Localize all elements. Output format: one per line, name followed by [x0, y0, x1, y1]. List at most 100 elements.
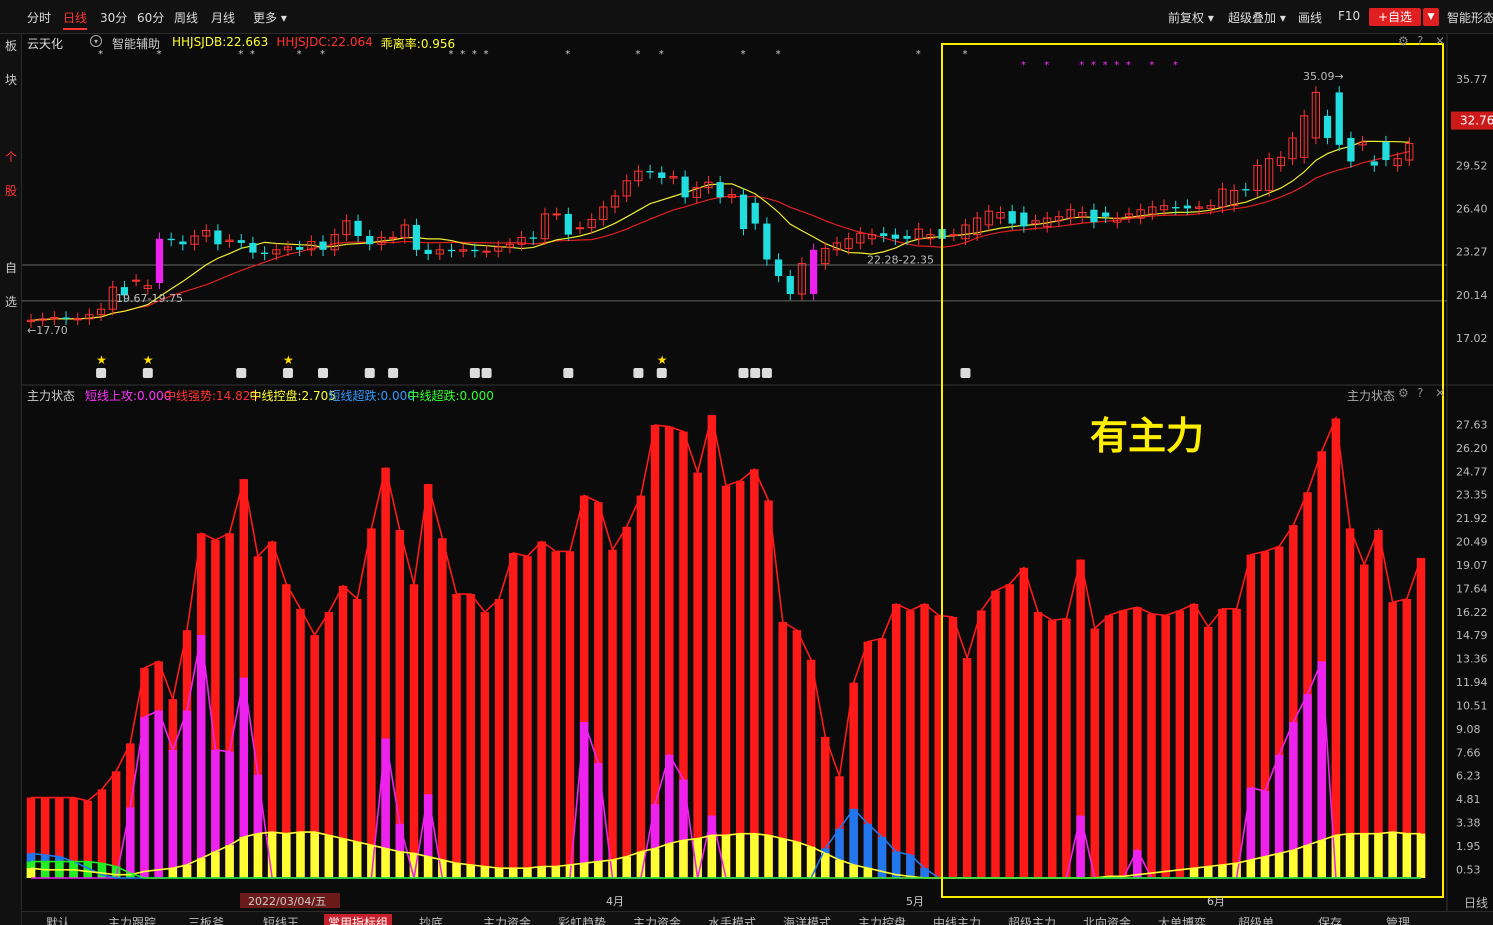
bar-medium-control	[750, 833, 759, 878]
indicator-tab-9[interactable]: 水手模式	[708, 914, 756, 925]
lower-settings-icon[interactable]: ⚙	[1398, 386, 1409, 400]
bar-medium-strength	[537, 541, 546, 878]
indicator-tab-6[interactable]: 主力资金	[483, 914, 531, 925]
event-marker	[236, 368, 247, 378]
candle-body	[214, 230, 222, 245]
indicator-tab-7[interactable]: 彩虹趋势	[558, 914, 606, 925]
bar-medium-strength	[267, 541, 277, 878]
signal-star-magenta: *	[1091, 60, 1096, 71]
lower-tick-13: 9.08	[1456, 723, 1481, 736]
candle-body	[903, 236, 911, 239]
bar-medium-strength	[1005, 584, 1014, 878]
signal-star: *	[776, 49, 781, 60]
indicator-tab-18[interactable]: 管理	[1386, 914, 1410, 925]
lower-close-icon[interactable]: ✕	[1435, 386, 1445, 400]
bar-medium-control	[1317, 840, 1326, 878]
lower-legend-item-1: 中线强势:14.823	[164, 389, 259, 403]
bar-medium-strength	[1161, 615, 1170, 878]
candle-body	[880, 233, 888, 236]
bar-medium-strength	[466, 594, 475, 878]
candle-body	[529, 237, 537, 239]
indicator-tab-2[interactable]: 三板斧	[188, 914, 224, 925]
bar-medium-strength	[891, 603, 901, 878]
bar-medium-strength	[1189, 603, 1199, 878]
bar-short-attack	[579, 722, 589, 878]
lower-title-right: 主力状态	[1347, 389, 1396, 403]
indicator-tab-14[interactable]: 北向资金	[1083, 914, 1131, 925]
candle-body	[296, 247, 304, 250]
indicator-tab-10[interactable]: 海洋模式	[783, 914, 831, 925]
indicator-tab-12[interactable]: 中线主力	[933, 914, 981, 925]
bar-medium-strength	[1033, 612, 1043, 878]
chart-canvas: 35.77 32.76 29.52 26.40 23.27 20.14 17.02 27.63…	[22, 34, 1493, 911]
price-annotation-label_zone1: 19.67-19.75	[116, 292, 183, 305]
indicator-tab-3[interactable]: 短线王	[263, 914, 299, 925]
bar-medium-strength	[764, 500, 773, 878]
bar-medium-strength	[1062, 618, 1071, 878]
upper-help-icon[interactable]: ?	[1417, 34, 1423, 48]
candle-body	[155, 238, 164, 283]
indicator-tab-17[interactable]: 保存	[1318, 914, 1342, 925]
signal-star: *	[635, 49, 640, 60]
candle-body	[366, 236, 374, 245]
signal-star: *	[741, 49, 746, 60]
lower-help-icon[interactable]: ?	[1417, 386, 1423, 400]
indicator-dropdown-icon[interactable]: ▾	[90, 35, 102, 47]
bar-medium-strength	[565, 551, 575, 878]
upper-close-icon[interactable]: ✕	[1435, 34, 1445, 48]
indicator-tab-13[interactable]: 超级主力	[1008, 914, 1056, 925]
candle-body	[1020, 212, 1028, 227]
upper-settings-icon[interactable]: ⚙	[1398, 34, 1409, 48]
upper-indicator-name[interactable]: 智能辅助	[112, 35, 160, 52]
event-marker	[761, 368, 772, 378]
lower-legend-item-2: 中线控盘:2.705	[249, 389, 336, 403]
bar-medium-control	[494, 868, 504, 878]
lower-tick-17: 3.38	[1456, 817, 1481, 830]
indicator-tab-1[interactable]: 主力跟踪	[108, 914, 156, 925]
bar-medium-control	[182, 864, 192, 878]
lower-tick-9: 14.79	[1456, 629, 1488, 642]
candle-body	[412, 224, 421, 250]
signal-star-magenta: *	[1173, 60, 1178, 71]
indicator-tab-5[interactable]: 抄底	[419, 914, 443, 925]
indicator-tab-11[interactable]: 主力控盘	[858, 914, 906, 925]
indicator-tab-8[interactable]: 主力资金	[633, 914, 681, 925]
bar-medium-strength	[920, 603, 929, 878]
candle-body	[763, 223, 771, 260]
bar-medium-control	[735, 833, 745, 878]
bar-medium-strength	[508, 553, 518, 878]
x-axis-label-2: 5月	[906, 895, 924, 908]
bar-short-attack	[140, 717, 149, 878]
signal-star-magenta: *	[1149, 60, 1154, 71]
indicator-tab-15[interactable]: 大单博弈	[1158, 914, 1206, 925]
period-label[interactable]: 日线	[1464, 894, 1488, 911]
signal-star-magenta: *	[1103, 60, 1108, 71]
event-marker	[96, 368, 107, 378]
candle-body	[739, 194, 748, 230]
current-price-label: 32.76	[1460, 114, 1493, 128]
indicator-tab-4[interactable]: 常用指标组	[324, 914, 393, 925]
candle-body	[575, 227, 585, 230]
signal-star: *	[962, 49, 967, 60]
indicator-tabs: 默认 主力跟踪 三板斧 短线王 常用指标组 抄底 主力资金 彩虹趋势 主力资金 水手模式 海洋模式 主…	[22, 911, 1493, 925]
bar-medium-control	[1416, 833, 1426, 878]
lower-tick-3: 23.35	[1456, 489, 1488, 502]
bar-medium-control	[352, 841, 362, 878]
candle-body	[388, 236, 398, 239]
event-marker	[633, 368, 644, 378]
bar-medium-control	[338, 838, 348, 878]
bar-medium-strength	[1360, 564, 1369, 878]
bar-medium-control	[622, 856, 631, 878]
event-marker	[318, 368, 329, 378]
bar-medium-control	[1303, 845, 1312, 878]
indicator-tab-0[interactable]: 默认	[46, 914, 70, 925]
signal-star: *	[484, 49, 489, 60]
event-star-icon: ★	[283, 353, 294, 367]
bar-medium-control	[211, 851, 220, 878]
upper-stock-name[interactable]: 云天化	[27, 35, 63, 52]
candle-body	[891, 234, 899, 239]
bar-medium-control	[1360, 833, 1369, 878]
bar-medium-strength	[1047, 620, 1057, 878]
indicator-tab-16[interactable]: 超级单	[1238, 914, 1274, 925]
lower-title[interactable]: 主力状态	[27, 387, 75, 404]
